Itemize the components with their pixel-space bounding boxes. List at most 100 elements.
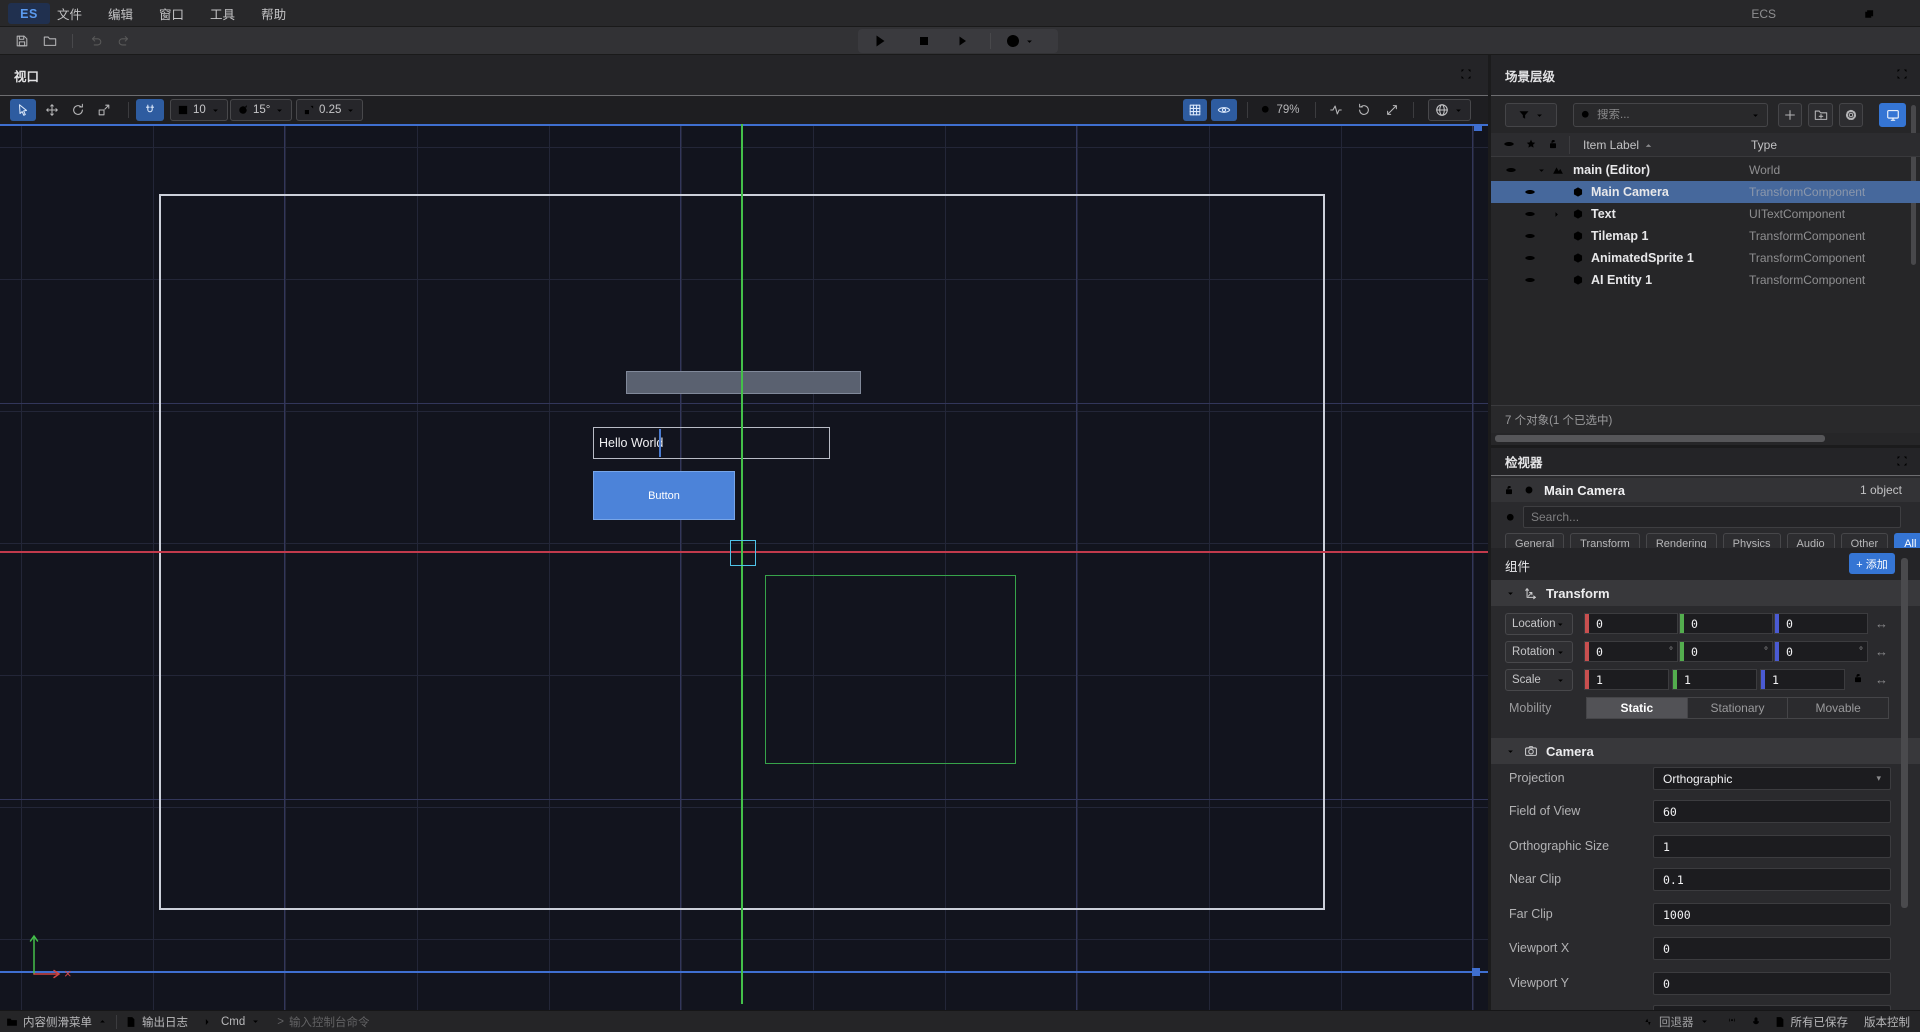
stats-button[interactable] (1325, 99, 1347, 121)
play-button[interactable] (872, 33, 888, 49)
network-status-icon[interactable] (1726, 1016, 1738, 1028)
guide-line-top[interactable] (0, 124, 1488, 126)
minimize-button[interactable] (1818, 0, 1852, 27)
hierarchy-row-main-camera[interactable]: Main Camera TransformComponent (1491, 181, 1920, 203)
lock-column-icon[interactable] (1547, 133, 1559, 155)
guide-line-bottom[interactable] (0, 971, 1488, 973)
rotation-x-field[interactable]: 0° (1584, 641, 1678, 662)
field-of-view-input[interactable]: 60 (1653, 800, 1891, 823)
fallback-dropdown[interactable]: 回退器 (1642, 1014, 1710, 1030)
lock-icon[interactable] (1503, 484, 1515, 496)
mobility-static[interactable]: Static (1587, 698, 1688, 718)
gear-icon[interactable] (1523, 484, 1535, 496)
menu-window[interactable]: 窗口 (157, 4, 186, 23)
save-button[interactable] (12, 32, 32, 50)
scale-dropdown[interactable]: Scale (1505, 669, 1573, 691)
scale-z-field[interactable]: 1 (1760, 669, 1845, 690)
viewport-y-input[interactable]: 0 (1653, 972, 1891, 995)
grid-visibility-button[interactable] (1183, 99, 1207, 121)
hierarchy-fullscreen-icon[interactable] (1896, 68, 1908, 83)
camera-section-header[interactable]: Camera (1491, 738, 1920, 764)
far-clip-input[interactable]: 1000 (1653, 903, 1891, 926)
scene-canvas[interactable]: Hello World Button (0, 124, 1488, 1010)
viewport-link-button[interactable] (1879, 103, 1906, 127)
viewport-x-input[interactable]: 0 (1653, 937, 1891, 960)
hierarchy-row-tilemap[interactable]: Tilemap 1 TransformComponent (1491, 225, 1920, 247)
scale-y-field[interactable]: 1 (1672, 669, 1757, 690)
menu-tools[interactable]: 工具 (208, 4, 237, 23)
location-dropdown[interactable]: Location (1505, 613, 1573, 635)
mobility-movable[interactable]: Movable (1788, 698, 1888, 718)
expand-chevron-icon[interactable] (1551, 203, 1562, 225)
near-clip-input[interactable]: 0.1 (1653, 868, 1891, 891)
snap-toggle-button[interactable] (136, 99, 164, 121)
visibility-eye-icon[interactable] (1505, 159, 1517, 181)
hierarchy-search[interactable] (1573, 103, 1768, 127)
visibility-eye-icon[interactable] (1524, 269, 1536, 291)
rotation-y-field[interactable]: 0° (1679, 641, 1773, 662)
mobility-stationary[interactable]: Stationary (1688, 698, 1789, 718)
hierarchy-row-ai-entity[interactable]: AI Entity 1 TransformComponent (1491, 269, 1920, 291)
output-log-button[interactable]: 输出日志 (125, 1014, 188, 1030)
version-control-button[interactable]: 版本控制 (1864, 1014, 1910, 1030)
visibility-column-icon[interactable] (1503, 133, 1515, 155)
favorite-column-icon[interactable] (1525, 133, 1537, 155)
hierarchy-row-text[interactable]: Text UITextComponent (1491, 203, 1920, 225)
filter-dropdown[interactable] (1505, 103, 1557, 127)
link-axes-icon[interactable]: ↔ (1875, 644, 1888, 659)
scale-x-field[interactable]: 1 (1584, 669, 1669, 690)
add-entity-button[interactable] (1778, 103, 1802, 127)
selected-camera-gizmo[interactable] (730, 540, 756, 566)
scale-snap-dropdown[interactable]: 0.25 (296, 99, 363, 121)
transform-section-header[interactable]: Transform (1491, 580, 1920, 606)
orthographic-size-input[interactable]: 1 (1653, 835, 1891, 858)
visibility-eye-icon[interactable] (1524, 247, 1536, 269)
visibility-button[interactable] (1211, 99, 1237, 121)
add-folder-button[interactable] (1808, 103, 1833, 127)
save-status[interactable]: 所有已保存 (1774, 1014, 1849, 1030)
hierarchy-row-animatedsprite[interactable]: AnimatedSprite 1 TransformComponent (1491, 247, 1920, 269)
inspector-search-input[interactable] (1523, 506, 1901, 528)
visibility-eye-icon[interactable] (1524, 181, 1536, 203)
guide-handle-bottom[interactable] (1472, 968, 1480, 976)
inspector-fullscreen-icon[interactable] (1896, 455, 1908, 470)
visibility-eye-icon[interactable] (1524, 225, 1536, 247)
reset-view-button[interactable] (1353, 99, 1375, 121)
content-drawer-button[interactable]: 内容侧滑菜单 (6, 1014, 108, 1030)
open-folder-button[interactable] (40, 32, 60, 50)
redo-button[interactable] (114, 32, 134, 50)
location-z-field[interactable]: 0 (1774, 613, 1868, 634)
fit-view-button[interactable] (1381, 99, 1403, 121)
link-axes-icon[interactable]: ↔ (1875, 616, 1888, 631)
text-element[interactable]: Hello World (593, 427, 830, 459)
rotation-dropdown[interactable]: Rotation (1505, 641, 1573, 663)
visibility-eye-icon[interactable] (1524, 203, 1536, 225)
item-label-column[interactable]: Item Label (1583, 133, 1654, 157)
grid-snap-dropdown[interactable]: 10 (170, 99, 228, 121)
link-axes-icon[interactable]: ↔ (1875, 672, 1888, 687)
step-button[interactable] (956, 33, 972, 49)
location-x-field[interactable]: 0 (1584, 613, 1678, 634)
select-tool-button[interactable] (10, 99, 36, 121)
stop-button[interactable] (916, 33, 932, 49)
zoom-level-control[interactable]: 79% (1255, 99, 1305, 121)
world-dropdown[interactable] (1428, 99, 1471, 121)
menu-edit[interactable]: 编辑 (106, 4, 135, 23)
menu-help[interactable]: 帮助 (259, 4, 288, 23)
move-tool-button[interactable] (40, 99, 64, 121)
expand-chevron-icon[interactable] (1536, 159, 1547, 181)
hierarchy-hscrollbar[interactable] (1495, 435, 1825, 442)
projection-dropdown[interactable]: Orthographic ▾ (1653, 767, 1891, 790)
uniform-scale-lock-icon[interactable] (1852, 672, 1864, 687)
location-y-field[interactable]: 0 (1679, 613, 1773, 634)
rotation-z-field[interactable]: 0° (1774, 641, 1868, 662)
console-input[interactable]: > 输入控制台命令 (277, 1014, 369, 1030)
add-component-button[interactable]: + 添加 (1849, 553, 1895, 574)
undo-button[interactable] (86, 32, 106, 50)
inspector-vscrollbar[interactable] (1901, 558, 1908, 908)
network-mode-dropdown[interactable] (1005, 33, 1035, 49)
rotation-snap-dropdown[interactable]: 15° (230, 99, 292, 121)
maximize-button[interactable] (1852, 0, 1886, 27)
close-button[interactable] (1886, 0, 1920, 27)
ui-panel-element[interactable] (626, 371, 861, 394)
